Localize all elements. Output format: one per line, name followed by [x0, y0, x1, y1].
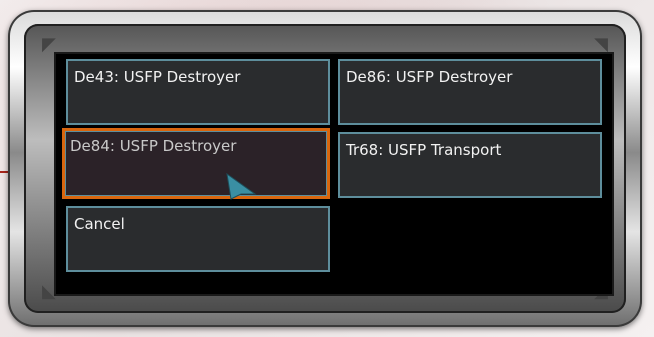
unit-button-de84[interactable]: De84: USFP Destroyer [62, 128, 330, 199]
cancel-button[interactable]: Cancel [66, 206, 330, 272]
unit-button-tr68[interactable]: Tr68: USFP Transport [338, 132, 602, 198]
mouse-cursor-icon [226, 172, 257, 200]
unit-button-de43[interactable]: De43: USFP Destroyer [66, 59, 330, 125]
unit-button-de86[interactable]: De86: USFP Destroyer [338, 59, 602, 125]
